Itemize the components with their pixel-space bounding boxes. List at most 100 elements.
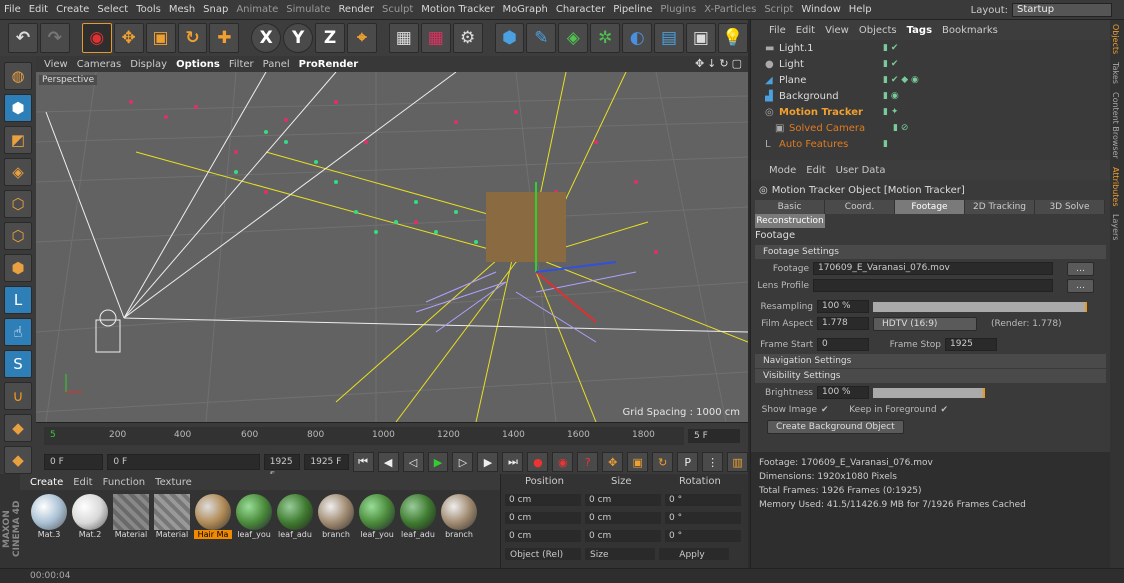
menu-edit[interactable]: Edit bbox=[25, 4, 52, 15]
obj-menu-objects[interactable]: Objects bbox=[859, 25, 897, 36]
object-row-auto-features[interactable]: L Auto Features ▮ bbox=[751, 136, 1110, 152]
menu-tools[interactable]: Tools bbox=[132, 4, 165, 15]
film-aspect-select[interactable]: HDTV (16:9) bbox=[873, 316, 977, 331]
move-icon[interactable]: ✥ bbox=[113, 23, 144, 53]
size-y-field[interactable]: 0 cm bbox=[585, 512, 661, 524]
menu-select[interactable]: Select bbox=[93, 4, 132, 15]
vp-menu-display[interactable]: Display bbox=[130, 59, 167, 70]
vp-menu-cameras[interactable]: Cameras bbox=[77, 59, 121, 70]
edit-render-settings-icon[interactable]: ⚙ bbox=[452, 23, 483, 53]
menu-help[interactable]: Help bbox=[845, 4, 876, 15]
object-row-motion-tracker[interactable]: ◎ Motion Tracker ▮ ✦ bbox=[751, 104, 1110, 120]
rotate-icon[interactable]: ↻ bbox=[177, 23, 208, 53]
preview-max-field[interactable]: 1925 F bbox=[263, 454, 301, 481]
brightness-field[interactable]: 100 % bbox=[817, 386, 869, 399]
planar-workplane-icon[interactable]: ◆ bbox=[4, 446, 32, 474]
play-icon[interactable]: ▶ bbox=[427, 452, 449, 472]
edges-mode-icon[interactable]: ⬡ bbox=[4, 222, 32, 250]
tweak-mode-icon[interactable]: ☝ bbox=[4, 318, 32, 346]
material-swatch[interactable]: leaf_adu bbox=[276, 494, 314, 546]
camera-icon[interactable]: ▣ bbox=[686, 23, 716, 53]
tab-3d-solve[interactable]: 3D Solve bbox=[1035, 200, 1105, 214]
material-swatch[interactable]: Mat.3 bbox=[30, 494, 68, 546]
vp-menu-filter[interactable]: Filter bbox=[229, 59, 254, 70]
prev-key-icon[interactable]: ◀ bbox=[377, 452, 399, 472]
menu-sculpt[interactable]: Sculpt bbox=[378, 4, 417, 15]
zoom-icon[interactable]: ↓ bbox=[707, 57, 716, 70]
pos-y-field[interactable]: 0 cm bbox=[505, 512, 581, 524]
go-to-start-icon[interactable]: ⏮ bbox=[352, 452, 374, 472]
keep-foreground-checkbox[interactable]: ✔ bbox=[941, 405, 949, 415]
navigation-settings-group[interactable]: Navigation Settings bbox=[755, 354, 1106, 368]
record-icon[interactable]: ● bbox=[527, 452, 549, 472]
footage-browse-button[interactable]: … bbox=[1067, 261, 1094, 276]
polygons-mode-icon[interactable]: ⬢ bbox=[4, 254, 32, 282]
side-tab-layers[interactable]: Layers bbox=[1110, 210, 1121, 244]
add-icon[interactable]: ✚ bbox=[209, 23, 240, 53]
visibility-tags[interactable]: ▮ ✔ ◆ ◉ bbox=[883, 75, 919, 85]
create-background-object-button[interactable]: Create Background Object bbox=[767, 419, 904, 434]
object-row-background[interactable]: ▟ Background ▮ ◉ bbox=[751, 88, 1110, 104]
world-coord-icon[interactable]: ⌖ bbox=[347, 23, 377, 53]
size-z-field[interactable]: 0 cm bbox=[585, 530, 661, 542]
next-key-icon[interactable]: ▶ bbox=[477, 452, 499, 472]
object-row-light-1[interactable]: ▬ Light.1 ▮ ✔ bbox=[751, 40, 1110, 56]
menu-plugins[interactable]: Plugins bbox=[656, 4, 700, 15]
pen-icon[interactable]: ✎ bbox=[526, 23, 557, 53]
make-editable-icon[interactable]: ◍ bbox=[4, 62, 32, 90]
object-row-plane[interactable]: ◢ Plane ▮ ✔ ◆ ◉ bbox=[751, 72, 1110, 88]
lens-profile-field[interactable] bbox=[813, 279, 1053, 292]
material-swatch[interactable]: leaf_you bbox=[235, 494, 273, 546]
workplane-icon[interactable]: ◈ bbox=[4, 158, 32, 186]
perspective-viewport[interactable]: Perspective Grid Spacing : 1000 cm bbox=[36, 72, 748, 422]
axis-mode-icon[interactable]: L bbox=[4, 286, 32, 314]
menu-snap[interactable]: Snap bbox=[199, 4, 232, 15]
deformer-icon[interactable]: ◐ bbox=[622, 23, 653, 53]
layout-select[interactable]: Startup bbox=[1012, 3, 1112, 17]
end-frame-field[interactable]: 1925 F bbox=[304, 454, 349, 470]
menu-pipeline[interactable]: Pipeline bbox=[609, 4, 656, 15]
obj-menu-view[interactable]: View bbox=[825, 25, 849, 36]
object-row-solved-camera[interactable]: ▣ Solved Camera ▮ ⊘ bbox=[751, 120, 1110, 136]
redo-icon[interactable]: ↷ bbox=[39, 23, 70, 53]
orbit-icon[interactable]: ↻ bbox=[719, 57, 728, 70]
lens-browse-button[interactable]: … bbox=[1067, 278, 1094, 293]
subdivision-icon[interactable]: ◈ bbox=[558, 23, 589, 53]
mat-menu-edit[interactable]: Edit bbox=[73, 477, 92, 488]
menu-x-particles[interactable]: X-Particles bbox=[700, 4, 760, 15]
vp-menu-panel[interactable]: Panel bbox=[263, 59, 290, 70]
visibility-tags[interactable]: ▮ ◉ bbox=[883, 91, 899, 101]
preview-range-slider[interactable]: 0 F bbox=[107, 454, 260, 470]
size-mode-select[interactable]: Size bbox=[585, 548, 655, 560]
menu-simulate[interactable]: Simulate bbox=[282, 4, 334, 15]
obj-menu-tags[interactable]: Tags bbox=[907, 25, 932, 36]
menu-create[interactable]: Create bbox=[52, 4, 93, 15]
lock-workplane-icon[interactable]: ◆ bbox=[4, 414, 32, 442]
material-swatch[interactable]: Material bbox=[153, 494, 191, 546]
apply-button[interactable]: Apply bbox=[659, 548, 729, 560]
side-tab-content-browser[interactable]: Content Browser bbox=[1110, 88, 1121, 163]
z-axis-icon[interactable]: Z bbox=[315, 23, 345, 53]
menu-mesh[interactable]: Mesh bbox=[165, 4, 199, 15]
rot-p-field[interactable]: 0 ° bbox=[665, 512, 741, 524]
material-swatch[interactable]: Material bbox=[112, 494, 150, 546]
menu-render[interactable]: Render bbox=[334, 4, 378, 15]
snap-icon[interactable]: S bbox=[4, 350, 32, 378]
mat-menu-texture[interactable]: Texture bbox=[155, 477, 192, 488]
visibility-tags[interactable]: ▮ ✦ bbox=[883, 107, 898, 117]
render-view-icon[interactable]: ▦ bbox=[388, 23, 419, 53]
film-aspect-field[interactable]: 1.778 bbox=[817, 317, 869, 330]
undo-icon[interactable]: ↶ bbox=[8, 23, 38, 53]
visibility-tags[interactable]: ▮ ✔ bbox=[883, 43, 898, 53]
cube-icon[interactable]: ⬢ bbox=[494, 23, 525, 53]
mat-menu-function[interactable]: Function bbox=[103, 477, 146, 488]
current-frame-field[interactable]: 5 F bbox=[688, 429, 740, 443]
menu-character[interactable]: Character bbox=[552, 4, 609, 15]
scale-icon[interactable]: ▣ bbox=[145, 23, 176, 53]
material-swatch[interactable]: branch bbox=[317, 494, 355, 546]
coord-mode-select[interactable]: Object (Rel) bbox=[505, 548, 581, 560]
material-swatch[interactable]: Mat.2 bbox=[71, 494, 109, 546]
visibility-tags[interactable]: ▮ bbox=[883, 139, 888, 149]
tab-2d-tracking[interactable]: 2D Tracking bbox=[965, 200, 1035, 214]
vp-menu-view[interactable]: View bbox=[44, 59, 68, 70]
